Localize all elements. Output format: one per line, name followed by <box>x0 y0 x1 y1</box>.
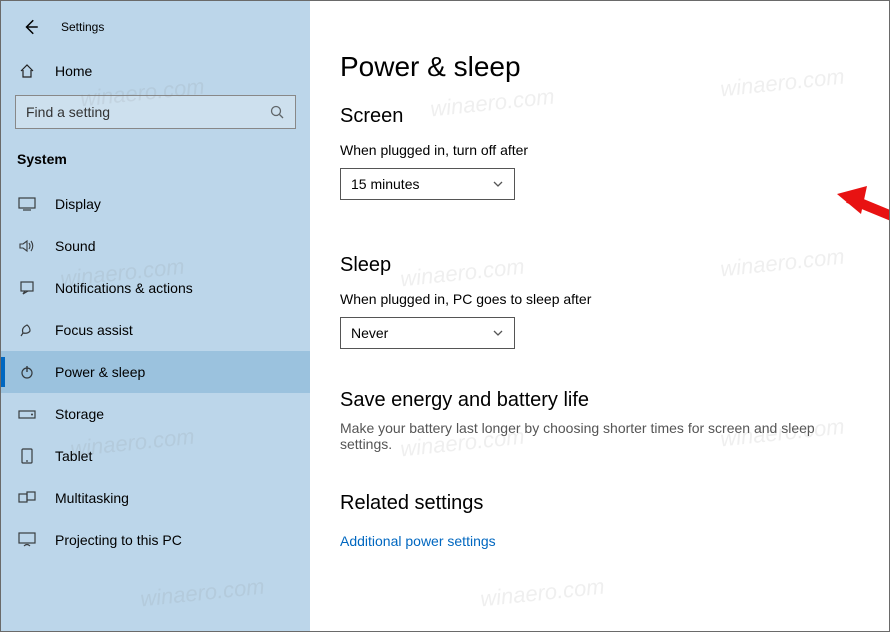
sidebar: Settings Home Find a setting System Disp… <box>1 1 310 631</box>
main-content: Power & sleep Screen When plugged in, tu… <box>310 1 889 631</box>
sidebar-item-label: Sound <box>55 238 95 254</box>
sidebar-item-power-sleep[interactable]: Power & sleep <box>1 351 310 393</box>
sidebar-item-display[interactable]: Display <box>1 183 310 225</box>
chevron-down-icon <box>492 327 504 339</box>
battery-text: Make your battery last longer by choosin… <box>340 420 865 452</box>
sidebar-item-label: Multitasking <box>55 490 129 506</box>
app-title: Settings <box>61 20 104 34</box>
battery-heading: Save energy and battery life <box>340 389 865 412</box>
multitasking-icon <box>17 491 37 505</box>
sidebar-item-notifications[interactable]: Notifications & actions <box>1 267 310 309</box>
search-placeholder: Find a setting <box>26 104 110 120</box>
storage-icon <box>17 407 37 421</box>
additional-power-settings-link[interactable]: Additional power settings <box>340 533 496 549</box>
sidebar-item-home[interactable]: Home <box>1 53 310 89</box>
sidebar-item-label: Power & sleep <box>55 364 145 380</box>
sidebar-item-label: Notifications & actions <box>55 280 193 296</box>
tablet-icon <box>17 448 37 464</box>
chevron-down-icon <box>492 178 504 190</box>
sidebar-item-storage[interactable]: Storage <box>1 393 310 435</box>
sidebar-item-label: Storage <box>55 406 104 422</box>
search-icon <box>269 104 285 120</box>
sleep-heading: Sleep <box>340 254 865 277</box>
projecting-icon <box>17 532 37 548</box>
sidebar-item-sound[interactable]: Sound <box>1 225 310 267</box>
back-button[interactable] <box>17 13 45 41</box>
page-title: Power & sleep <box>340 51 865 83</box>
sidebar-item-multitasking[interactable]: Multitasking <box>1 477 310 519</box>
sidebar-item-label: Tablet <box>55 448 92 464</box>
sidebar-item-focus-assist[interactable]: Focus assist <box>1 309 310 351</box>
screen-timeout-dropdown[interactable]: 15 minutes <box>340 168 515 200</box>
sidebar-item-label: Focus assist <box>55 322 133 338</box>
power-icon <box>17 364 37 380</box>
sleep-timeout-dropdown[interactable]: Never <box>340 317 515 349</box>
sidebar-item-projecting[interactable]: Projecting to this PC <box>1 519 310 561</box>
screen-timeout-value: 15 minutes <box>351 176 419 192</box>
screen-heading: Screen <box>340 105 865 128</box>
sidebar-item-label: Projecting to this PC <box>55 532 182 548</box>
focus-assist-icon <box>17 322 37 338</box>
display-icon <box>17 196 37 212</box>
sound-icon <box>17 238 37 254</box>
related-heading: Related settings <box>340 492 865 515</box>
sleep-label: When plugged in, PC goes to sleep after <box>340 291 865 307</box>
screen-label: When plugged in, turn off after <box>340 142 865 158</box>
sidebar-item-tablet[interactable]: Tablet <box>1 435 310 477</box>
sleep-timeout-value: Never <box>351 325 388 341</box>
section-label: System <box>1 143 310 183</box>
search-input[interactable]: Find a setting <box>15 95 296 129</box>
home-label: Home <box>55 63 92 79</box>
home-icon <box>17 63 37 79</box>
notifications-icon <box>17 280 37 296</box>
sidebar-item-label: Display <box>55 196 101 212</box>
